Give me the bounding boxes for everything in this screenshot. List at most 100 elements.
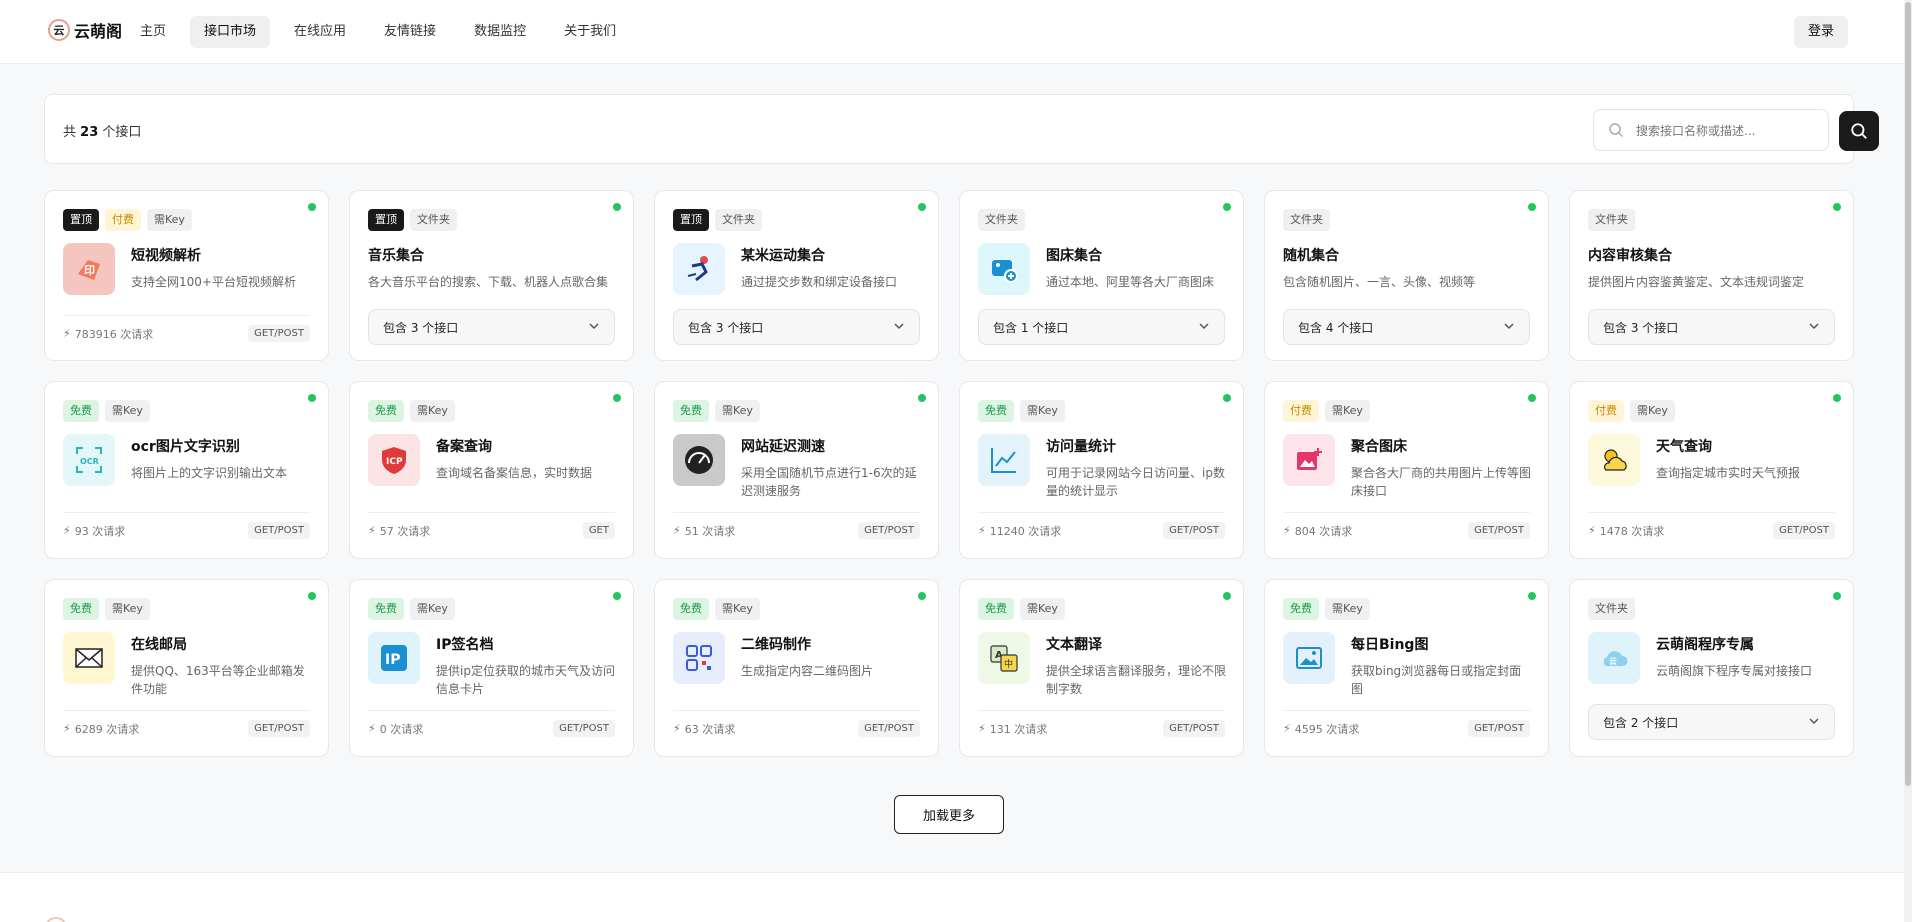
api-desc: 采用全国随机节点进行1-6次的延迟测速服务 bbox=[741, 466, 917, 498]
video-parse-icon: 印 bbox=[63, 243, 115, 295]
card-footer: ⚡ 93 次请求 GET/POST bbox=[63, 522, 310, 539]
tag-pinned: 置顶 bbox=[63, 209, 99, 231]
api-card-translate[interactable]: 免费 需Key A中 文本翻译 提供全球语言翻译服务，理论不限制字数 ⚡ 131 … bbox=[959, 579, 1244, 757]
api-card-sport[interactable]: 置顶 文件夹 某米运动集合 通过提交步数和绑定设备接口 包含 3 个接口 bbox=[654, 190, 939, 361]
search-icon bbox=[1851, 123, 1867, 139]
api-title: 随机集合 bbox=[1283, 248, 1339, 264]
menu-item-api-market[interactable]: 接口市场 bbox=[190, 16, 271, 48]
tag-needs-key: 需Key bbox=[105, 598, 150, 620]
api-card-mail[interactable]: 免费 需Key 在线邮局 提供QQ、163平台等企业邮箱发件功能 ⚡ 6289 次… bbox=[44, 579, 329, 757]
card-footer: ⚡ 51 次请求 GET/POST bbox=[673, 522, 920, 539]
contains-dropdown[interactable]: 包含 4 个接口 bbox=[1283, 309, 1530, 345]
api-title: 聚合图床 bbox=[1351, 439, 1407, 455]
http-method: GET/POST bbox=[248, 522, 310, 539]
card-footer: ⚡ 783916 次请求 GET/POST bbox=[63, 325, 310, 342]
contains-dropdown[interactable]: 包含 3 个接口 bbox=[673, 309, 920, 345]
tag-needs-key: 需Key bbox=[1630, 400, 1675, 422]
contains-dropdown[interactable]: 包含 2 个接口 bbox=[1588, 704, 1835, 740]
api-title: 图床集合 bbox=[1046, 248, 1102, 264]
api-desc: 将图片上的文字识别输出文本 bbox=[131, 466, 288, 480]
tag-folder: 文件夹 bbox=[410, 209, 457, 231]
chevron-down-icon bbox=[588, 320, 600, 335]
api-card-video-parse[interactable]: 置顶 付费 需Key 印 短视频解析 支持全网100+平台短视频解析 ⚡ 7839… bbox=[44, 190, 329, 361]
svg-text:ICP: ICP bbox=[386, 457, 403, 467]
api-card-bing-image[interactable]: 免费 需Key 每日Bing图 获取bing浏览器每日或指定封面图 ⚡ 4595 … bbox=[1264, 579, 1549, 757]
search-input[interactable] bbox=[1636, 120, 1816, 142]
tag-free: 免费 bbox=[673, 598, 709, 620]
contains-dropdown[interactable]: 包含 3 个接口 bbox=[1588, 309, 1835, 345]
tag-list: 免费 需Key bbox=[63, 598, 150, 620]
api-card-music[interactable]: 置顶 文件夹 音乐集合 各大音乐平台的搜索、下载、机器人点歌合集 包含 3 个接… bbox=[349, 190, 634, 361]
api-desc: 提供图片内容鉴黄鉴定、文本违规词鉴定 bbox=[1588, 275, 1805, 289]
api-card-random[interactable]: 文件夹 随机集合 包含随机图片、一言、头像、视频等 包含 4 个接口 bbox=[1264, 190, 1549, 361]
tag-free: 免费 bbox=[63, 400, 99, 422]
api-card-weather[interactable]: 付费 需Key 天气查询 查询指定城市实时天气预报 ⚡ 1478 次请求 GET/… bbox=[1569, 381, 1854, 559]
image-add-icon bbox=[1283, 434, 1335, 486]
menu-item-online-apps[interactable]: 在线应用 bbox=[280, 16, 360, 48]
icp-icon: ICP bbox=[368, 434, 420, 486]
status-online-dot bbox=[1833, 394, 1841, 402]
tag-list: 免费 需Key bbox=[673, 598, 760, 620]
card-footer: ⚡ 0 次请求 GET/POST bbox=[368, 720, 615, 737]
bolt-icon: ⚡ bbox=[978, 524, 986, 537]
site-logo[interactable]: 云 云萌阁 bbox=[48, 18, 138, 42]
sport-icon bbox=[673, 243, 725, 295]
login-button[interactable]: 登录 bbox=[1793, 16, 1848, 48]
api-card-latency[interactable]: 免费 需Key 网站延迟测速 采用全国随机节点进行1-6次的延迟测速服务 ⚡ 51… bbox=[654, 381, 939, 559]
card-footer: ⚡ 6289 次请求 GET/POST bbox=[63, 720, 310, 737]
status-online-dot bbox=[1528, 203, 1536, 211]
api-card-moderation[interactable]: 文件夹 内容审核集合 提供图片内容鉴黄鉴定、文本违规词鉴定 包含 3 个接口 bbox=[1569, 190, 1854, 361]
http-method: GET/POST bbox=[1773, 522, 1835, 539]
tag-paid: 付费 bbox=[1588, 400, 1624, 422]
load-more-button[interactable]: 加载更多 bbox=[894, 795, 1004, 834]
api-title: 网站延迟测速 bbox=[741, 439, 825, 455]
tag-needs-key: 需Key bbox=[715, 598, 760, 620]
contains-dropdown[interactable]: 包含 1 个接口 bbox=[978, 309, 1225, 345]
api-desc: 通过本地、阿里等各大厂商图床 bbox=[1046, 275, 1215, 289]
search-icon bbox=[1609, 123, 1624, 138]
api-card-icp[interactable]: 免费 需Key ICP 备案查询 查询域名备案信息，实时数据 ⚡ 57 次请求 G… bbox=[349, 381, 634, 559]
api-desc: 通过提交步数和绑定设备接口 bbox=[741, 275, 898, 289]
api-card-image-host[interactable]: 文件夹 图床集合 通过本地、阿里等各大厂商图床 包含 1 个接口 bbox=[959, 190, 1244, 361]
api-card-ip-signature[interactable]: 免费 需Key IP IP签名档 提供ip定位获取的城市天气及访问信息卡片 ⚡ 0… bbox=[349, 579, 634, 757]
status-online-dot bbox=[613, 592, 621, 600]
count-suffix: 个接口 bbox=[102, 125, 142, 140]
menu-item-data-monitor[interactable]: 数据监控 bbox=[460, 16, 540, 48]
menu-item-home[interactable]: 主页 bbox=[126, 16, 180, 48]
api-card-ocr[interactable]: 免费 需Key OCR ocr图片文字识别 将图片上的文字识别输出文本 ⚡ 93 … bbox=[44, 381, 329, 559]
translate-icon: A中 bbox=[978, 632, 1030, 684]
search-button[interactable] bbox=[1839, 111, 1879, 151]
tag-list: 免费 需Key bbox=[673, 400, 760, 422]
request-count: ⚡ 4595 次请求 bbox=[1283, 722, 1360, 736]
tag-folder: 文件夹 bbox=[715, 209, 762, 231]
contains-label: 包含 2 个接口 bbox=[1603, 715, 1679, 730]
api-card-aggregate-image-host[interactable]: 付费 需Key 聚合图床 聚合各大厂商的共用图片上传等图床接口 ⚡ 804 次请求… bbox=[1264, 381, 1549, 559]
api-card-visit-stats[interactable]: 免费 需Key 访问量统计 可用于记录网站今日访问量、ip数量的统计显示 ⚡ 11… bbox=[959, 381, 1244, 559]
menu-item-about[interactable]: 关于我们 bbox=[550, 16, 630, 48]
card-footer: ⚡ 131 次请求 GET/POST bbox=[978, 720, 1225, 737]
contains-dropdown[interactable]: 包含 3 个接口 bbox=[368, 309, 615, 345]
http-method: GET/POST bbox=[1163, 720, 1225, 737]
menu-item-friend-links[interactable]: 友情链接 bbox=[370, 16, 450, 48]
api-title: 二维码制作 bbox=[741, 637, 811, 653]
bolt-icon: ⚡ bbox=[368, 524, 376, 537]
tag-list: 文件夹 bbox=[1283, 209, 1330, 231]
status-online-dot bbox=[308, 394, 316, 402]
bolt-icon: ⚡ bbox=[1588, 524, 1596, 537]
search-box bbox=[1593, 109, 1829, 151]
api-card-yunmengge-exclusive[interactable]: 文件夹 云 云萌阁程序专属 云萌阁旗下程序专属对接接口 包含 2 个接口 bbox=[1569, 579, 1854, 757]
status-online-dot bbox=[1223, 394, 1231, 402]
api-desc: 提供ip定位获取的城市天气及访问信息卡片 bbox=[436, 664, 615, 696]
request-count: ⚡ 6289 次请求 bbox=[63, 722, 140, 736]
api-title: 短视频解析 bbox=[131, 248, 201, 264]
contains-label: 包含 4 个接口 bbox=[1298, 320, 1374, 335]
api-card-qrcode[interactable]: 免费 需Key 二维码制作 生成指定内容二维码图片 ⚡ 63 次请求 GET/PO… bbox=[654, 579, 939, 757]
contains-label: 包含 3 个接口 bbox=[688, 320, 764, 335]
api-title: ocr图片文字识别 bbox=[131, 439, 240, 455]
page-scrollbar[interactable] bbox=[1904, 0, 1912, 922]
scrollbar-thumb[interactable] bbox=[1905, 2, 1911, 786]
tag-pinned: 置顶 bbox=[673, 209, 709, 231]
api-desc: 支持全网100+平台短视频解析 bbox=[131, 275, 296, 289]
api-title: 云萌阁程序专属 bbox=[1656, 637, 1754, 653]
request-count: ⚡ 783916 次请求 bbox=[63, 327, 154, 341]
